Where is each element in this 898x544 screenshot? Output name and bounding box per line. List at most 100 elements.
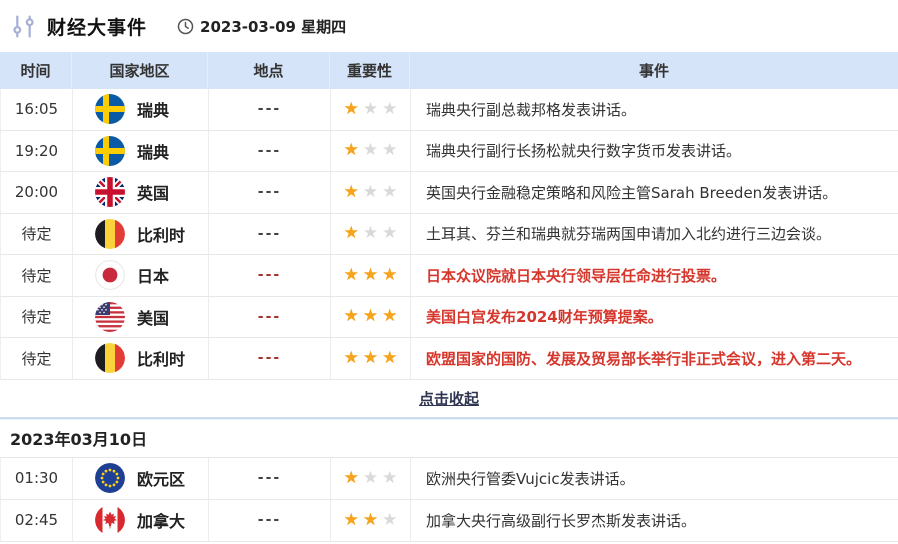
importance-stars: ★★★ xyxy=(331,338,411,379)
country-name: 比利时 xyxy=(137,222,185,246)
event-time: 待定 xyxy=(1,214,73,255)
star-filled-icon: ★ xyxy=(344,184,359,201)
event-row[interactable]: 待定 日本 --- ★★★ 日本众议院就日本央行领导层任命进行投票。 xyxy=(0,255,898,297)
country-name: 加拿大 xyxy=(137,508,185,532)
event-location: --- xyxy=(209,255,331,296)
country-name: 美国 xyxy=(137,305,169,329)
event-row[interactable]: 01:30 欧元区 --- ★★★ 欧洲央行管委Vujcic发表讲话。 xyxy=(0,458,898,500)
country-name: 瑞典 xyxy=(137,97,169,121)
star-empty-icon: ★ xyxy=(382,225,397,242)
collapse-link[interactable]: 点击收起 xyxy=(419,388,479,409)
event-description: 欧盟国家的国防、发展及贸易部长举行非正式会议，进入第二天。 xyxy=(411,338,898,379)
star-filled-icon: ★ xyxy=(363,350,378,367)
event-row[interactable]: 20:00 英国 --- ★★★ 英国央行金融稳定策略和风险主管Sarah Br… xyxy=(0,172,898,214)
star-empty-icon: ★ xyxy=(382,101,397,118)
star-empty-icon: ★ xyxy=(382,184,397,201)
column-header-importance: 重要性 xyxy=(330,52,410,89)
star-empty-icon: ★ xyxy=(363,470,378,487)
star-filled-icon: ★ xyxy=(363,512,378,529)
column-header-time: 时间 xyxy=(0,52,72,89)
uk-flag-icon xyxy=(95,177,125,207)
star-empty-icon: ★ xyxy=(363,101,378,118)
event-row[interactable]: 待定 比利时 --- ★★★ 土耳其、芬兰和瑞典就芬瑞两国申请加入北约进行三边会… xyxy=(0,214,898,256)
event-location: --- xyxy=(209,214,331,255)
sliders-icon xyxy=(10,13,37,40)
event-time: 20:00 xyxy=(1,172,73,213)
star-empty-icon: ★ xyxy=(363,225,378,242)
event-row[interactable]: 19:20 瑞典 --- ★★★ 瑞典央行副行长扬松就央行数字货币发表讲话。 xyxy=(0,131,898,173)
event-country: 加拿大 xyxy=(73,500,209,541)
event-country: 英国 xyxy=(73,172,209,213)
current-date: 2023-03-09 星期四 xyxy=(177,16,346,37)
event-row[interactable]: 待定 比利时 --- ★★★ 欧盟国家的国防、发展及贸易部长举行非正式会议，进入… xyxy=(0,338,898,380)
star-filled-icon: ★ xyxy=(344,350,359,367)
column-header-country: 国家地区 xyxy=(72,52,208,89)
page-header: 财经大事件 2023-03-09 星期四 xyxy=(0,0,898,52)
sweden-flag-icon xyxy=(95,94,125,124)
event-description: 瑞典央行副总裁邦格发表讲话。 xyxy=(411,89,898,130)
table-header-row: 时间 国家地区 地点 重要性 事件 xyxy=(0,52,898,89)
japan-flag-icon xyxy=(95,260,125,290)
star-filled-icon: ★ xyxy=(363,267,378,284)
event-location: --- xyxy=(209,172,331,213)
star-empty-icon: ★ xyxy=(382,470,397,487)
event-location: --- xyxy=(209,131,331,172)
country-name: 比利时 xyxy=(137,346,185,370)
star-empty-icon: ★ xyxy=(382,142,397,159)
event-time: 01:30 xyxy=(1,458,73,499)
event-description: 欧洲央行管委Vujcic发表讲话。 xyxy=(411,458,898,499)
page-title: 财经大事件 xyxy=(47,13,147,40)
importance-stars: ★★★ xyxy=(331,458,411,499)
event-country: 比利时 xyxy=(73,214,209,255)
star-filled-icon: ★ xyxy=(363,308,378,325)
financial-calendar-page: 财经大事件 2023-03-09 星期四 时间 国家地区 地点 重要性 事件 1… xyxy=(0,0,898,544)
star-empty-icon: ★ xyxy=(363,142,378,159)
column-header-event: 事件 xyxy=(410,52,898,89)
star-filled-icon: ★ xyxy=(382,267,397,284)
column-header-location: 地点 xyxy=(208,52,330,89)
sweden-flag-icon xyxy=(95,136,125,166)
event-country: 欧元区 xyxy=(73,458,209,499)
event-description: 加拿大央行高级副行长罗杰斯发表讲话。 xyxy=(411,500,898,541)
importance-stars: ★★★ xyxy=(331,255,411,296)
event-description: 美国白宫发布2024财年预算提案。 xyxy=(411,297,898,338)
star-filled-icon: ★ xyxy=(344,101,359,118)
importance-stars: ★★★ xyxy=(331,89,411,130)
star-filled-icon: ★ xyxy=(344,512,359,529)
event-description: 土耳其、芬兰和瑞典就芬瑞两国申请加入北约进行三边会谈。 xyxy=(411,214,898,255)
star-filled-icon: ★ xyxy=(344,308,359,325)
star-filled-icon: ★ xyxy=(382,350,397,367)
event-time: 19:20 xyxy=(1,131,73,172)
belgium-flag-icon xyxy=(95,219,125,249)
importance-stars: ★★★ xyxy=(331,500,411,541)
star-filled-icon: ★ xyxy=(344,470,359,487)
importance-stars: ★★★ xyxy=(331,297,411,338)
event-row[interactable]: 待定 美国 --- ★★★ 美国白宫发布2024财年预算提案。 xyxy=(0,297,898,339)
event-location: --- xyxy=(209,297,331,338)
belgium-flag-icon xyxy=(95,343,125,373)
star-filled-icon: ★ xyxy=(344,142,359,159)
event-location: --- xyxy=(209,500,331,541)
country-name: 瑞典 xyxy=(137,139,169,163)
event-country: 比利时 xyxy=(73,338,209,379)
event-description: 英国央行金融稳定策略和风险主管Sarah Breeden发表讲话。 xyxy=(411,172,898,213)
collapse-row: 点击收起 xyxy=(0,380,898,417)
importance-stars: ★★★ xyxy=(331,131,411,172)
canada-flag-icon xyxy=(95,505,125,535)
event-description: 瑞典央行副行长扬松就央行数字货币发表讲话。 xyxy=(411,131,898,172)
eu-flag-icon xyxy=(95,463,125,493)
event-location: --- xyxy=(209,89,331,130)
event-list-day2: 01:30 欧元区 --- ★★★ 欧洲央行管委Vujcic发表讲话。 02:4… xyxy=(0,458,898,542)
usa-flag-icon xyxy=(95,302,125,332)
event-description: 日本众议院就日本央行领导层任命进行投票。 xyxy=(411,255,898,296)
event-location: --- xyxy=(209,458,331,499)
importance-stars: ★★★ xyxy=(331,172,411,213)
event-row[interactable]: 02:45 加拿大 --- ★★★ 加拿大央行高级副行长罗杰斯发表讲话。 xyxy=(0,500,898,542)
event-row[interactable]: 16:05 瑞典 --- ★★★ 瑞典央行副总裁邦格发表讲话。 xyxy=(0,89,898,131)
country-name: 欧元区 xyxy=(137,466,185,490)
star-filled-icon: ★ xyxy=(344,267,359,284)
event-list-day1: 16:05 瑞典 --- ★★★ 瑞典央行副总裁邦格发表讲话。 19:20 瑞典… xyxy=(0,89,898,380)
event-country: 瑞典 xyxy=(73,131,209,172)
clock-icon xyxy=(177,18,194,35)
next-date-heading: 2023年03月10日 xyxy=(0,420,898,458)
